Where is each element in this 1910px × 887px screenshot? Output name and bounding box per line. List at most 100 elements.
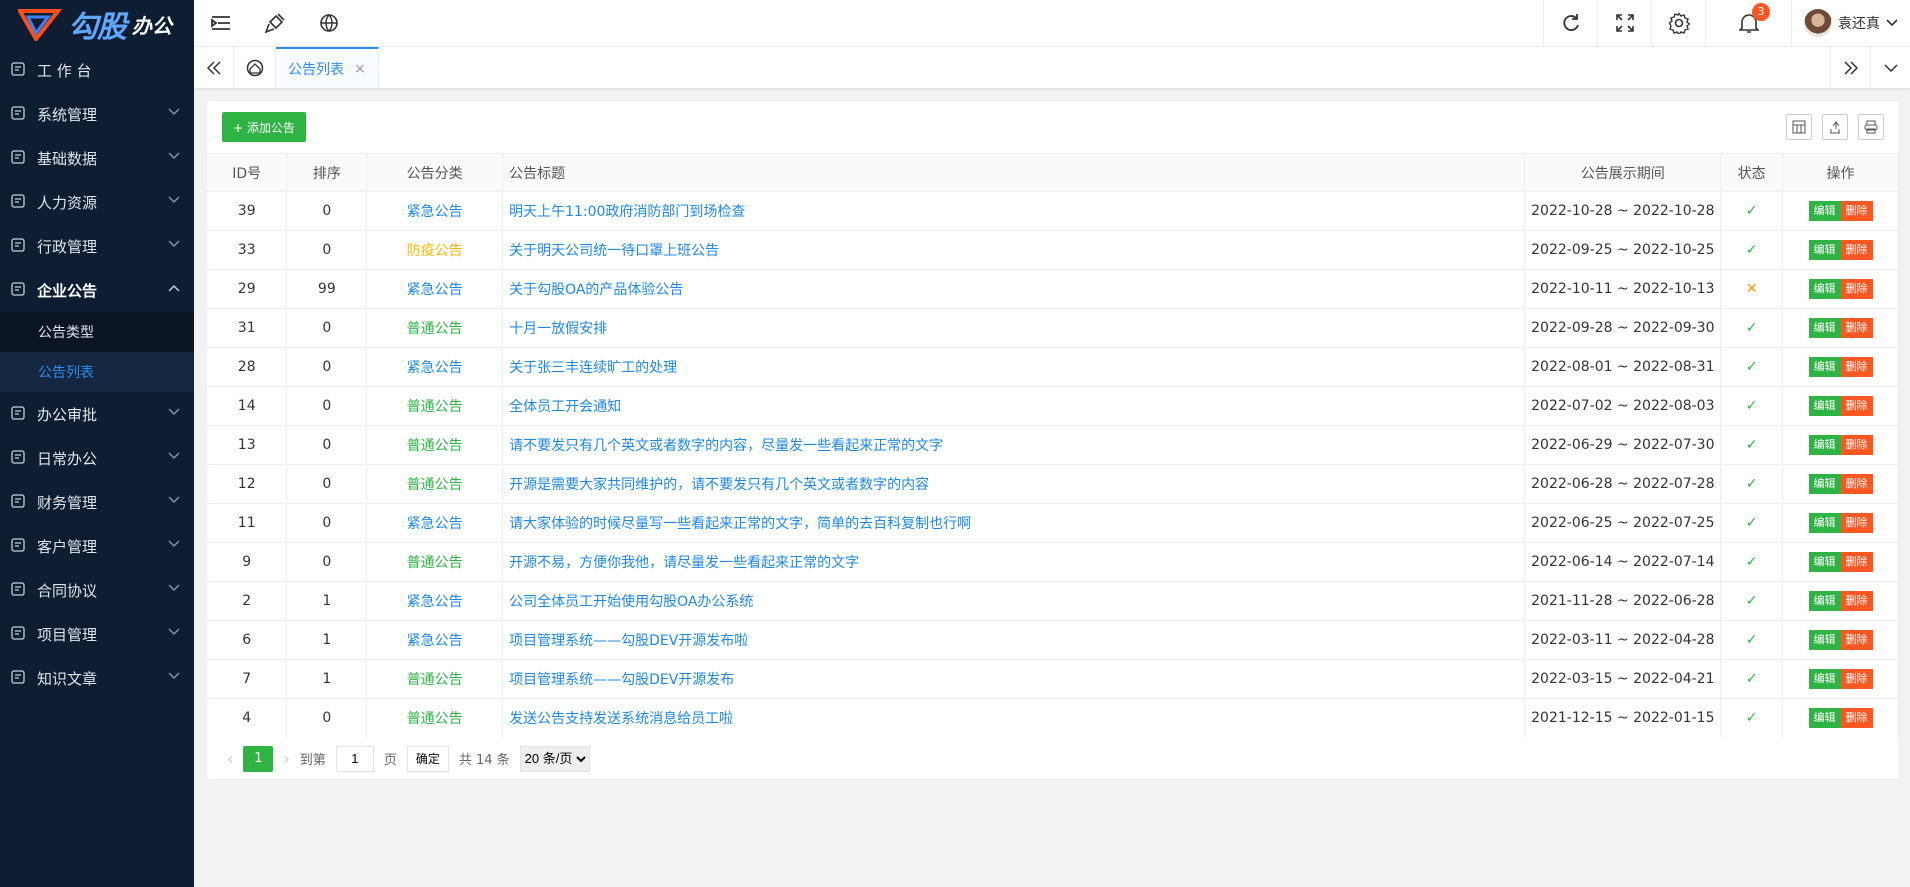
delete-button[interactable]: 删除 [1840, 474, 1873, 494]
sidebar-item-3[interactable]: 人力资源 [0, 180, 194, 224]
edit-button[interactable]: 编辑 [1808, 201, 1841, 221]
cell-period: 2021-12-15 ~ 2022-01-15 [1524, 698, 1722, 738]
edit-button[interactable]: 编辑 [1808, 591, 1841, 611]
cell-id: 28 [207, 347, 288, 387]
delete-button[interactable]: 删除 [1840, 279, 1873, 299]
sidebar-item-11[interactable]: 项目管理 [0, 612, 194, 656]
cell-title-link[interactable]: 请不要发只有几个英文或者数字的内容，尽量发一些看起来正常的文字 [502, 425, 1526, 465]
export-icon[interactable] [1822, 114, 1848, 140]
edit-button[interactable]: 编辑 [1808, 357, 1841, 377]
menu-toggle-icon[interactable] [194, 0, 248, 47]
next-page-icon[interactable]: › [283, 749, 289, 768]
prev-page-icon[interactable]: ‹ [227, 749, 233, 768]
cell-id: 9 [207, 542, 288, 582]
globe-icon[interactable] [302, 0, 356, 47]
edit-button[interactable]: 编辑 [1808, 630, 1841, 650]
header-sort[interactable]: 排序 [286, 153, 368, 192]
sidebar-item-2[interactable]: 基础数据 [0, 136, 194, 180]
sidebar-item-4[interactable]: 行政管理 [0, 224, 194, 268]
sidebar-item-1[interactable]: 系统管理 [0, 92, 194, 136]
cell-title-link[interactable]: 请大家体验的时候尽量写一些看起来正常的文字，简单的去百科复制也行啊 [502, 503, 1526, 543]
cell-title-link[interactable]: 关于勾股OA的产品体验公告 [502, 269, 1526, 309]
edit-button[interactable]: 编辑 [1808, 279, 1841, 299]
cell-title-link[interactable]: 发送公告支持发送系统消息给员工啦 [502, 698, 1526, 738]
delete-button[interactable]: 删除 [1840, 396, 1873, 416]
delete-button[interactable]: 删除 [1840, 552, 1873, 572]
delete-button[interactable]: 删除 [1840, 513, 1873, 533]
sidebar-subitem-0[interactable]: 公告类型 [0, 312, 194, 352]
user-menu[interactable]: 袁还真 [1791, 0, 1910, 47]
sidebar-item-6[interactable]: 办公审批 [0, 392, 194, 436]
sidebar-item-12[interactable]: 知识文章 [0, 656, 194, 700]
sidebar-item-8[interactable]: 财务管理 [0, 480, 194, 524]
delete-button[interactable]: 删除 [1840, 201, 1873, 221]
cell-title-link[interactable]: 项目管理系统——勾股DEV开源发布啦 [502, 620, 1526, 660]
tab-notice-list[interactable]: 公告列表 × [276, 47, 379, 88]
delete-button[interactable]: 删除 [1840, 435, 1873, 455]
edit-button[interactable]: 编辑 [1808, 435, 1841, 455]
sidebar-item-label: 行政管理 [37, 237, 98, 256]
goto-page-input[interactable] [335, 745, 374, 772]
delete-button[interactable]: 删除 [1840, 591, 1873, 611]
sidebar-item-10[interactable]: 合同协议 [0, 568, 194, 612]
edit-button[interactable]: 编辑 [1808, 396, 1841, 416]
sidebar-item-5[interactable]: 企业公告 [0, 268, 194, 312]
delete-button[interactable]: 删除 [1840, 240, 1873, 260]
tabs-scroll-left-icon[interactable] [194, 47, 234, 88]
cell-title-link[interactable]: 项目管理系统——勾股DEV开源发布 [502, 659, 1526, 699]
header-status[interactable]: 状态 [1720, 153, 1784, 192]
columns-filter-icon[interactable] [1786, 114, 1812, 140]
cell-title-link[interactable]: 开源不易，方便你我他，请尽量发一些看起来正常的文字 [502, 542, 1526, 582]
sidebar-item-9[interactable]: 客户管理 [0, 524, 194, 568]
header-title[interactable]: 公告标题 [502, 153, 1526, 192]
fullscreen-icon[interactable] [1597, 0, 1651, 47]
header-id[interactable]: ID号 [207, 153, 288, 192]
notification-bell-icon[interactable]: 3 [1705, 0, 1791, 47]
cell-title-link[interactable]: 关于明天公司统一待口罩上班公告 [502, 230, 1526, 270]
tabs-scroll-right-icon[interactable] [1830, 47, 1870, 88]
home-tab-icon[interactable] [234, 47, 276, 88]
settings-gear-icon[interactable] [1651, 0, 1705, 47]
edit-button[interactable]: 编辑 [1808, 240, 1841, 260]
sidebar-subitem-1[interactable]: 公告列表 [0, 352, 194, 392]
print-icon[interactable] [1858, 114, 1884, 140]
delete-button[interactable]: 删除 [1840, 630, 1873, 650]
delete-button[interactable]: 删除 [1840, 708, 1873, 729]
cell-title-link[interactable]: 十月一放假安排 [502, 308, 1526, 348]
tab-label: 公告列表 [288, 61, 344, 78]
edit-button[interactable]: 编辑 [1808, 552, 1841, 572]
logo[interactable]: 勾股 办公 [0, 0, 194, 48]
sidebar-item-0[interactable]: 工 作 台 [0, 48, 194, 92]
cell-title-link[interactable]: 开源是需要大家共同维护的，请不要发只有几个英文或者数字的内容 [502, 464, 1526, 504]
edit-button[interactable]: 编辑 [1808, 669, 1841, 689]
add-notice-button[interactable]: + 添加公告 [222, 112, 306, 142]
cell-title-link[interactable]: 关于张三丰连续旷工的处理 [502, 347, 1526, 387]
cell-sort: 0 [286, 347, 368, 387]
cell-category: 普通公告 [366, 542, 504, 582]
page-size-select[interactable]: 20 条/页 [519, 745, 590, 772]
delete-button[interactable]: 删除 [1840, 318, 1873, 338]
delete-button[interactable]: 删除 [1840, 669, 1873, 689]
table-row: 14 0 普通公告 全体员工开会通知 2022-07-02 ~ 2022-08-03 ✓ 编… [207, 386, 1899, 426]
cell-title-link[interactable]: 明天上午11:00政府消防部门到场检查 [502, 191, 1526, 231]
delete-button[interactable]: 删除 [1840, 357, 1873, 377]
header-period[interactable]: 公告展示期间 [1524, 153, 1722, 192]
cell-title-link[interactable]: 全体员工开会通知 [502, 386, 1526, 426]
edit-button[interactable]: 编辑 [1808, 708, 1841, 729]
edit-button[interactable]: 编辑 [1808, 474, 1841, 494]
clear-cache-icon[interactable] [248, 0, 302, 47]
tab-close-icon[interactable]: × [354, 61, 366, 77]
cell-title-link[interactable]: 公司全体员工开始使用勾股OA办公系统 [502, 581, 1526, 621]
status-check-icon: ✓ [1720, 464, 1784, 504]
cell-category: 普通公告 [366, 659, 504, 699]
sidebar-item-label: 系统管理 [37, 105, 98, 124]
total-count: 共 14 条 [458, 753, 510, 768]
current-page[interactable]: 1 [243, 745, 274, 772]
sidebar-item-7[interactable]: 日常办公 [0, 436, 194, 480]
edit-button[interactable]: 编辑 [1808, 318, 1841, 338]
refresh-icon[interactable] [1543, 0, 1597, 47]
header-category[interactable]: 公告分类 [366, 153, 504, 192]
tabs-menu-chevron-down-icon[interactable] [1870, 47, 1910, 88]
edit-button[interactable]: 编辑 [1808, 513, 1841, 533]
goto-confirm-button[interactable]: 确定 [406, 745, 449, 772]
